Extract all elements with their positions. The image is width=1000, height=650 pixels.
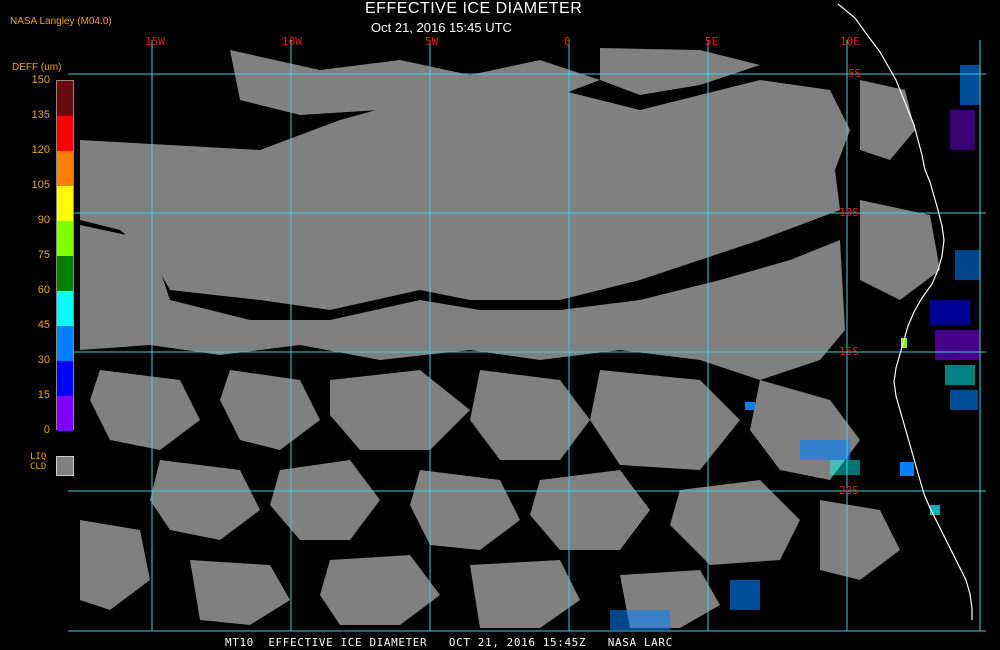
cloud-layer xyxy=(68,40,986,631)
liquid-cloud-label-line1: LIQ xyxy=(30,452,47,462)
lat-label-20s: 20S xyxy=(839,484,859,497)
legend-tick-75: 75 xyxy=(37,249,50,261)
legend-swatch-120-135 xyxy=(57,116,73,151)
liquid-cloud-swatch xyxy=(56,456,74,476)
legend-tick-0: 0 xyxy=(43,424,50,436)
legend-swatch-105-120 xyxy=(57,151,73,186)
color-scale-bar xyxy=(56,80,74,431)
legend-swatch-0-15 xyxy=(57,396,73,431)
legend-tick-90: 90 xyxy=(37,214,50,226)
legend-swatch-45-60 xyxy=(57,291,73,326)
legend-title: DEFF (um) xyxy=(12,62,62,73)
legend-tick-120: 120 xyxy=(31,144,50,156)
lon-label-15w: 15W xyxy=(145,35,165,48)
satellite-map: 15W 10W 5W 0 5E 10E 5S 10S 15S 20S xyxy=(68,3,986,632)
legend-tick-135: 135 xyxy=(31,109,50,121)
legend-tick-150: 150 xyxy=(31,74,50,86)
footer-caption: MT10 EFFECTIVE ICE DIAMETER OCT 21, 2016… xyxy=(225,636,673,649)
lon-label-10w: 10W xyxy=(282,35,302,48)
lat-label-15s: 15S xyxy=(839,345,859,358)
lat-label-10s: 10S xyxy=(839,206,859,219)
legend-swatch-15-30 xyxy=(57,361,73,396)
lat-label-5s: 5S xyxy=(848,67,861,80)
legend-tick-60: 60 xyxy=(37,284,50,296)
legend-tick-45: 45 xyxy=(37,319,50,331)
legend-swatch-135-150 xyxy=(57,81,73,116)
liquid-cloud-label: LIQ CLD xyxy=(30,452,46,472)
lon-label-5w: 5W xyxy=(425,35,439,48)
legend-tick-15: 15 xyxy=(37,389,50,401)
legend-swatch-75-90 xyxy=(57,221,73,256)
liquid-cloud-label-line2: CLD xyxy=(30,462,47,472)
legend-tick-105: 105 xyxy=(31,179,50,191)
legend-swatch-90-105 xyxy=(57,186,73,221)
lon-label-5e: 5E xyxy=(705,35,718,48)
legend-swatch-60-75 xyxy=(57,256,73,291)
lon-label-10e: 10E xyxy=(840,35,860,48)
lon-label-0: 0 xyxy=(564,35,571,48)
legend-swatch-30-45 xyxy=(57,326,73,361)
legend-tick-30: 30 xyxy=(37,354,50,366)
